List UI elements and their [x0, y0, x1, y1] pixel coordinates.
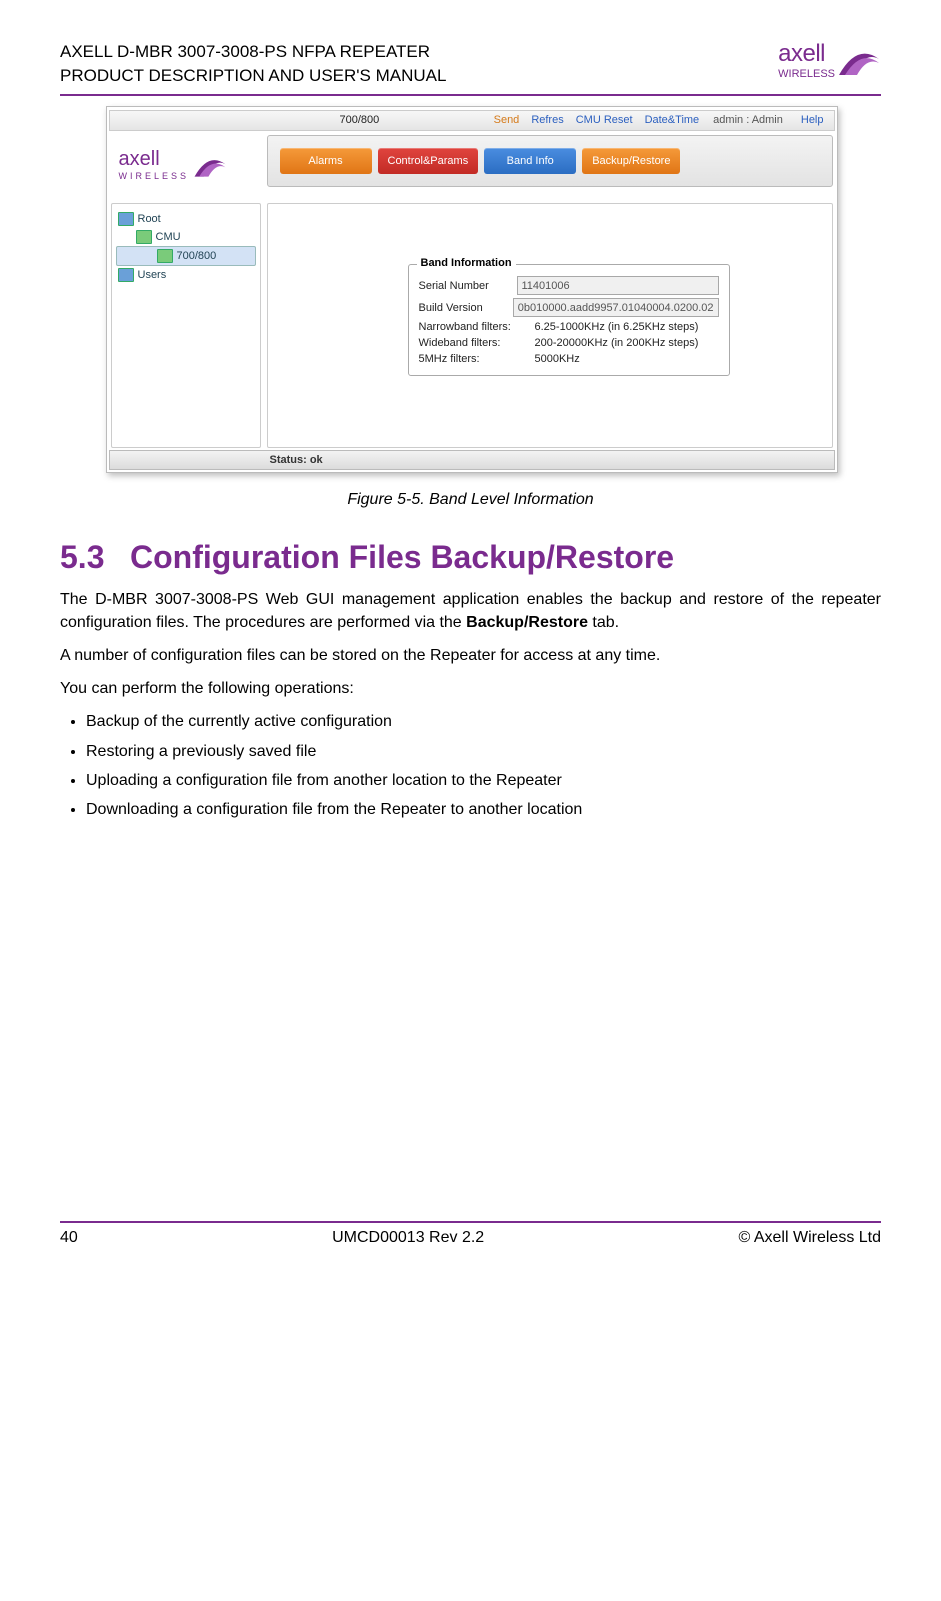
section-heading: 5.3Configuration Files Backup/Restore — [60, 539, 881, 576]
serial-field: 11401006 — [517, 276, 719, 295]
screenshot-logo: axell WIRELESS — [119, 135, 259, 195]
swoosh-icon — [837, 41, 881, 79]
page-header: AXELL D-MBR 3007-3008-PS NFPA REPEATER P… — [60, 40, 881, 96]
admin-label: admin : Admin — [713, 114, 783, 126]
folder-icon — [118, 212, 134, 226]
footer-page: 40 — [60, 1229, 78, 1247]
status-bar: Status: ok — [109, 450, 835, 470]
tab-alarms[interactable]: Alarms — [280, 148, 372, 174]
wide-value: 200-20000KHz (in 200KHz steps) — [535, 337, 699, 349]
link-refresh[interactable]: Refres — [531, 114, 563, 126]
section-title: Configuration Files Backup/Restore — [130, 539, 674, 575]
logo-text: axell — [778, 40, 835, 68]
build-field: 0b010000.aadd9957.01040004.0200.02 — [513, 298, 719, 317]
tree-users[interactable]: Users — [116, 266, 256, 284]
tab-band-info[interactable]: Band Info — [484, 148, 576, 174]
page-footer: 40 UMCD00013 Rev 2.2 © Axell Wireless Lt… — [60, 1221, 881, 1247]
band-legend: Band Information — [417, 257, 516, 269]
tree-band[interactable]: 700/800 — [116, 246, 256, 266]
tree-root-label: Root — [138, 213, 161, 225]
band-information-box: Band Information Serial Number 11401006 … — [408, 264, 730, 376]
topbar-band: 700/800 — [340, 114, 380, 126]
list-item: Downloading a configuration file from th… — [86, 798, 881, 821]
swoosh-icon — [193, 150, 227, 180]
paragraph-1: The D-MBR 3007-3008-PS Web GUI managemen… — [60, 588, 881, 634]
header-line1: AXELL D-MBR 3007-3008-PS NFPA REPEATER — [60, 40, 446, 64]
footer-copyright: © Axell Wireless Ltd — [739, 1229, 882, 1247]
node-icon — [157, 249, 173, 263]
list-item: Backup of the currently active configura… — [86, 710, 881, 733]
serial-label: Serial Number — [419, 280, 511, 292]
nav-tree: Root CMU 700/800 Users — [111, 203, 261, 448]
tree-cmu-label: CMU — [156, 231, 181, 243]
figure-caption: Figure 5-5. Band Level Information — [60, 491, 881, 509]
link-date-time[interactable]: Date&Time — [645, 114, 700, 126]
topbar: 700/800 Send Refres CMU Reset Date&Time … — [109, 110, 835, 131]
paragraph-2: A number of configuration files can be s… — [60, 644, 881, 667]
screenshot-figure: 700/800 Send Refres CMU Reset Date&Time … — [106, 106, 836, 473]
link-cmu-reset[interactable]: CMU Reset — [576, 114, 633, 126]
shot-logo-sub: WIRELESS — [119, 171, 190, 181]
five-value: 5000KHz — [535, 353, 580, 365]
list-item: Uploading a configuration file from anot… — [86, 769, 881, 792]
narrow-value: 6.25-1000KHz (in 6.25KHz steps) — [535, 321, 699, 333]
paragraph-3: You can perform the following operations… — [60, 677, 881, 700]
build-label: Build Version — [419, 302, 507, 314]
footer-docid: UMCD00013 Rev 2.2 — [332, 1229, 484, 1247]
tab-control-params[interactable]: Control&Params — [378, 148, 479, 174]
tab-backup-restore[interactable]: Backup/Restore — [582, 148, 680, 174]
status-text: Status: ok — [270, 454, 323, 466]
shot-logo-text: axell — [119, 148, 190, 171]
section-number: 5.3 — [60, 539, 130, 576]
node-icon — [136, 230, 152, 244]
wide-label: Wideband filters: — [419, 337, 529, 349]
tree-users-label: Users — [138, 269, 167, 281]
main-panel: Band Information Serial Number 11401006 … — [267, 203, 833, 448]
header-title-block: AXELL D-MBR 3007-3008-PS NFPA REPEATER P… — [60, 40, 446, 88]
tab-bar: Alarms Control&Params Band Info Backup/R… — [267, 135, 833, 187]
narrow-label: Narrowband filters: — [419, 321, 529, 333]
five-label: 5MHz filters: — [419, 353, 529, 365]
webgui-screenshot: 700/800 Send Refres CMU Reset Date&Time … — [106, 106, 838, 473]
tree-band-label: 700/800 — [177, 250, 217, 262]
section-body: The D-MBR 3007-3008-PS Web GUI managemen… — [60, 588, 881, 822]
logo-subtext: WIRELESS — [778, 68, 835, 80]
bullet-list: Backup of the currently active configura… — [86, 710, 881, 821]
link-help[interactable]: Help — [801, 114, 824, 126]
axell-logo: axell WIRELESS — [778, 40, 881, 80]
para1-c: tab. — [588, 614, 619, 631]
tree-cmu[interactable]: CMU — [116, 228, 256, 246]
list-item: Restoring a previously saved file — [86, 740, 881, 763]
folder-icon — [118, 268, 134, 282]
para1-b: Backup/Restore — [466, 614, 588, 631]
link-send[interactable]: Send — [494, 114, 520, 126]
header-line2: PRODUCT DESCRIPTION AND USER'S MANUAL — [60, 64, 446, 88]
tree-root[interactable]: Root — [116, 210, 256, 228]
